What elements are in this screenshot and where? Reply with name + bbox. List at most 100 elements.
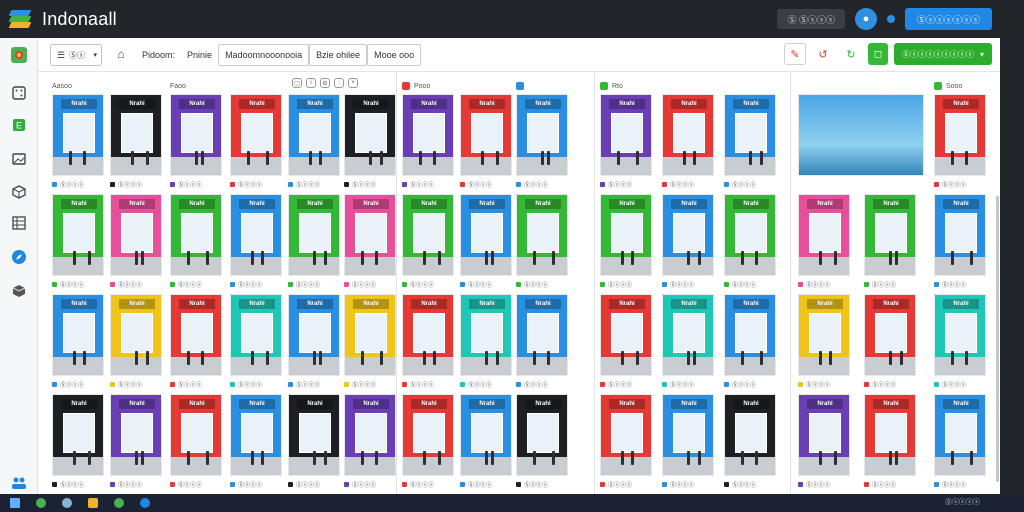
store-photo-tile[interactable]: Nrahi xyxy=(230,294,282,376)
banner-image-tile[interactable] xyxy=(798,94,924,176)
account-button[interactable]: Ⓢⓢⓢⓢⓢⓢⓢ xyxy=(904,8,992,30)
store-photo-tile[interactable]: Nrahi xyxy=(230,394,282,476)
store-photo-tile[interactable]: Nrahi xyxy=(460,294,512,376)
store-photo-tile[interactable]: Nrahi xyxy=(798,194,850,276)
store-photo-tile[interactable]: Nrahi xyxy=(402,94,454,176)
store-photo-tile[interactable]: Nrahi xyxy=(724,394,776,476)
store-photo-tile[interactable]: Nrahi xyxy=(724,194,776,276)
store-photo-tile[interactable]: Nrahi xyxy=(170,194,222,276)
store-photo-tile[interactable]: Nrahi xyxy=(864,294,916,376)
store-photo-tile[interactable]: Nrahi xyxy=(798,394,850,476)
comment-icon[interactable]: ◌ xyxy=(334,78,344,88)
chrome-icon[interactable] xyxy=(114,498,124,508)
info-icon[interactable]: i xyxy=(306,78,316,88)
home-icon[interactable]: ⌂ xyxy=(114,47,128,61)
store-photo-tile[interactable]: Nrahi xyxy=(662,194,714,276)
start-icon[interactable] xyxy=(10,498,20,508)
store-photo-tile[interactable]: Nrahi xyxy=(344,94,396,176)
store-photo-tile[interactable]: Nrahi xyxy=(662,394,714,476)
store-photo-tile[interactable]: Nrahi xyxy=(934,294,986,376)
tile-caption: Ⓢⓢⓢⓢ xyxy=(798,280,830,289)
undo-icon[interactable]: ↺ xyxy=(811,43,834,65)
primary-action-button[interactable]: Ⓢⓢⓢⓢⓢⓢⓢⓢⓢ ▾ xyxy=(893,43,992,65)
pin-icon[interactable]: ✎ xyxy=(783,43,806,65)
store-photo-tile[interactable]: Nrahi xyxy=(934,94,986,176)
store-photo-tile[interactable]: Nrahi xyxy=(170,294,222,376)
store-photo-tile[interactable]: Nrahi xyxy=(110,394,162,476)
refresh-icon[interactable]: ↻ xyxy=(839,43,862,65)
compass-icon[interactable] xyxy=(10,248,28,266)
store-photo-tile[interactable]: Nrahi xyxy=(600,394,652,476)
search-pill[interactable]: Ⓢ Ⓢⓢⓢⓢ xyxy=(777,9,845,29)
store-photo-tile[interactable]: Nrahi xyxy=(402,294,454,376)
grid-list-icon[interactable] xyxy=(10,214,28,232)
store-photo-tile[interactable]: Nrahi xyxy=(402,194,454,276)
workspace-icon[interactable] xyxy=(10,46,28,64)
vertical-scrollbar[interactable] xyxy=(996,196,999,482)
edge-icon[interactable] xyxy=(140,498,150,508)
breadcrumb-item[interactable]: Pninie xyxy=(181,44,218,66)
store-photo-tile[interactable]: Nrahi xyxy=(516,294,568,376)
store-photo-tile[interactable]: Nrahi xyxy=(344,194,396,276)
store-photo-tile[interactable]: Nrahi xyxy=(288,94,340,176)
breadcrumb-item[interactable]: Pidoom: xyxy=(136,44,181,66)
box-icon[interactable] xyxy=(10,183,28,201)
store-photo-tile[interactable]: Nrahi xyxy=(724,294,776,376)
store-photo-tile[interactable]: Nrahi xyxy=(662,294,714,376)
notification-icon[interactable]: ● xyxy=(854,8,877,30)
store-photo-tile[interactable]: Nrahi xyxy=(110,294,162,376)
tile-caption-label: Ⓢⓢⓢⓢ xyxy=(670,382,695,389)
store-photo-tile[interactable]: Nrahi xyxy=(52,394,104,476)
search-icon[interactable] xyxy=(62,498,72,508)
store-photo-tile[interactable]: Nrahi xyxy=(934,394,986,476)
expand-icon[interactable]: ▢ xyxy=(292,78,302,88)
store-photo-tile[interactable]: Nrahi xyxy=(600,294,652,376)
store-photo-tile[interactable]: Nrahi xyxy=(516,194,568,276)
store-photo-tile[interactable]: Nrahi xyxy=(52,294,104,376)
store-photo-tile[interactable]: Nrahi xyxy=(288,194,340,276)
tile-caption-label: Ⓢⓢⓢⓢ xyxy=(60,282,85,289)
store-photo-tile[interactable]: Nrahi xyxy=(460,394,512,476)
store-photo-tile[interactable]: Nrahi xyxy=(798,294,850,376)
store-photo-tile[interactable]: Nrahi xyxy=(402,394,454,476)
browser-icon[interactable] xyxy=(36,498,46,508)
store-photo-tile[interactable]: Nrahi xyxy=(288,294,340,376)
store-photo-tile[interactable]: Nrahi xyxy=(110,194,162,276)
users-icon[interactable] xyxy=(10,474,28,492)
folder-icon[interactable] xyxy=(88,498,98,508)
breadcrumb-item[interactable]: Bzie ohilee xyxy=(309,44,368,66)
store-photo-tile[interactable]: Nrahi xyxy=(600,194,652,276)
store-photo-tile[interactable]: Nrahi xyxy=(864,194,916,276)
store-photo-tile[interactable]: Nrahi xyxy=(460,94,512,176)
store-photo-tile[interactable]: Nrahi xyxy=(230,94,282,176)
store-photo-tile[interactable]: Nrahi xyxy=(110,94,162,176)
close-icon[interactable]: × xyxy=(348,78,358,88)
breadcrumb-item[interactable]: Madoomnooonooia xyxy=(218,44,310,66)
store-photo-tile[interactable]: Nrahi xyxy=(344,294,396,376)
store-photo-tile[interactable]: Nrahi xyxy=(230,194,282,276)
caption-color-icon xyxy=(110,481,115,487)
store-photo-tile[interactable]: Nrahi xyxy=(934,194,986,276)
store-photo-tile[interactable]: Nrahi xyxy=(52,194,104,276)
image-gallery-icon[interactable] xyxy=(10,150,28,168)
store-photo-tile[interactable]: Nrahi xyxy=(864,394,916,476)
store-photo-tile[interactable]: Nrahi xyxy=(288,394,340,476)
store-photo-tile[interactable]: Nrahi xyxy=(344,394,396,476)
add-icon[interactable]: ◻ xyxy=(867,43,888,65)
spreadsheet-icon[interactable]: E xyxy=(10,116,28,134)
dice-icon[interactable] xyxy=(10,84,28,102)
store-photo-tile[interactable]: Nrahi xyxy=(460,194,512,276)
store-photo-tile[interactable]: Nrahi xyxy=(600,94,652,176)
view-select[interactable]: ☰ Ⓢⓢ ▾ xyxy=(50,44,102,66)
store-photo-tile[interactable]: Nrahi xyxy=(516,394,568,476)
settings-icon[interactable]: ⚙ xyxy=(320,78,330,88)
store-photo-tile[interactable]: Nrahi xyxy=(516,94,568,176)
store-photo-tile[interactable]: Nrahi xyxy=(52,94,104,176)
store-photo-tile[interactable]: Nrahi xyxy=(662,94,714,176)
store-photo-tile[interactable]: Nrahi xyxy=(170,394,222,476)
package-icon[interactable] xyxy=(10,282,28,300)
store-photo-tile[interactable]: Nrahi xyxy=(170,94,222,176)
tile-caption-label: Ⓢⓢⓢⓢ xyxy=(118,282,143,289)
breadcrumb-item[interactable]: Mooe ooo xyxy=(367,44,422,66)
store-photo-tile[interactable]: Nrahi xyxy=(724,94,776,176)
